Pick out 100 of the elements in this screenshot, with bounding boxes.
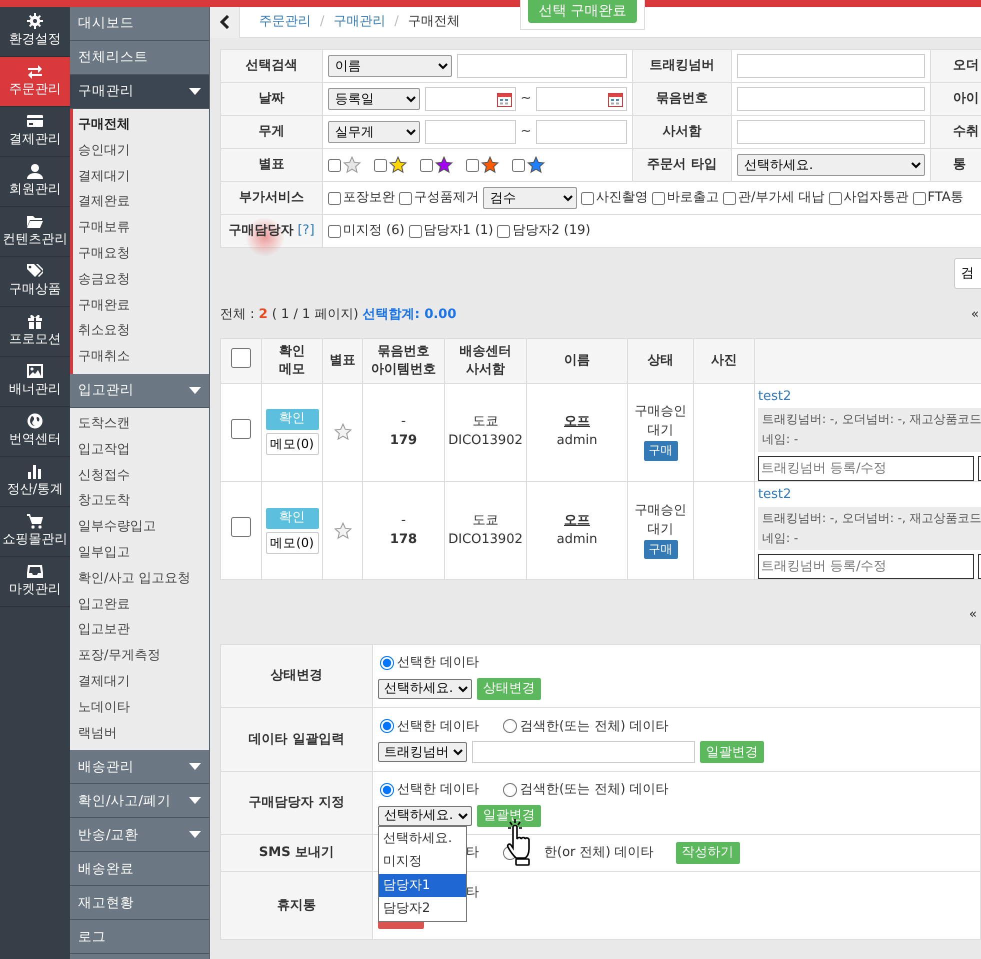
- submenu-item[interactable]: 창고도착: [73, 488, 209, 514]
- star-icon[interactable]: [334, 423, 352, 442]
- pagination-link[interactable]: «: [971, 305, 981, 324]
- dropdown-option[interactable]: 담당자1: [379, 874, 466, 898]
- tracking-input[interactable]: 트래킹넘버 등록/수정: [758, 456, 974, 480]
- customer-name[interactable]: 오프: [564, 512, 590, 528]
- checkbox[interactable]: [723, 192, 736, 204]
- range-separator: ~: [520, 90, 532, 108]
- radio-button[interactable]: [380, 782, 394, 797]
- customer-name[interactable]: 오프: [564, 414, 590, 430]
- input-field[interactable]: [457, 54, 627, 78]
- field-label: 아이: [953, 91, 979, 106]
- checkbox[interactable]: [328, 158, 341, 172]
- submenu-item[interactable]: 신청접수: [73, 462, 209, 488]
- dropdown-option[interactable]: 선택하세요.: [379, 826, 466, 850]
- input-field[interactable]: [472, 741, 695, 764]
- breadcrumb-link[interactable]: 주문관리: [259, 12, 311, 32]
- date-field[interactable]: [425, 87, 516, 111]
- select-field[interactable]: 등록일: [328, 88, 420, 110]
- submenu-item[interactable]: 취소요청: [73, 318, 209, 344]
- user-icon: [27, 163, 43, 180]
- globe-icon: [27, 413, 43, 430]
- select-all-checkbox[interactable]: [231, 348, 251, 368]
- star-icon[interactable]: [334, 522, 352, 540]
- submenu-item[interactable]: 결제완료: [73, 189, 209, 216]
- image-icon: [27, 363, 43, 380]
- submenu-item[interactable]: 결제대기: [73, 164, 209, 190]
- calendar-icon: [608, 92, 623, 106]
- input-field[interactable]: [737, 54, 925, 78]
- submenu-item[interactable]: 포장/무게측정: [73, 643, 209, 669]
- checkbox[interactable]: [828, 192, 842, 204]
- submenu-item[interactable]: 구매취소: [73, 344, 209, 370]
- checkbox[interactable]: [399, 192, 412, 204]
- submenu-item[interactable]: 송금요청: [73, 266, 209, 293]
- menu-item[interactable]: 구매관리: [70, 75, 209, 109]
- radio-button[interactable]: [503, 782, 518, 797]
- help-link[interactable]: [?]: [297, 223, 315, 238]
- submenu-item[interactable]: 구매보류: [73, 215, 209, 241]
- checkbox[interactable]: [912, 192, 926, 204]
- submenu-item[interactable]: 노데이타: [73, 694, 209, 721]
- row-checkbox[interactable]: [231, 517, 251, 538]
- select-field[interactable]: 선택하세요.: [737, 154, 925, 176]
- checkbox[interactable]: [466, 158, 479, 172]
- sidebar-item[interactable]: 주문관리: [0, 57, 70, 107]
- submenu-item[interactable]: 입고작업: [73, 436, 209, 463]
- search-button[interactable]: 검: [954, 258, 981, 289]
- product-link[interactable]: test2: [758, 486, 792, 502]
- input-field[interactable]: [737, 120, 925, 144]
- input-field[interactable]: [425, 120, 516, 144]
- submenu-item[interactable]: 일부수량입고: [73, 514, 209, 540]
- submenu-item[interactable]: 일부입고: [73, 540, 209, 566]
- selection-total: 선택합계: 0.00: [362, 307, 456, 322]
- select-field[interactable]: 이름: [328, 55, 452, 77]
- memo-button[interactable]: 메모(0): [266, 433, 318, 456]
- checkbox[interactable]: [328, 192, 341, 204]
- product-link[interactable]: test2: [758, 388, 792, 404]
- column-header: 확인 메모: [278, 342, 306, 378]
- gear-icon: [27, 13, 43, 30]
- back-button[interactable]: [210, 7, 240, 38]
- date-field[interactable]: [536, 87, 627, 111]
- checkbox[interactable]: [328, 224, 341, 238]
- checkbox[interactable]: [420, 158, 433, 172]
- checkbox[interactable]: [374, 158, 387, 172]
- select-field[interactable]: 선택하세요.: [378, 678, 472, 699]
- checkbox[interactable]: [497, 224, 510, 238]
- select-field[interactable]: 검수: [483, 187, 577, 209]
- checkbox[interactable]: [581, 192, 594, 204]
- submenu-item[interactable]: 결제대기: [73, 668, 209, 695]
- submenu-item[interactable]: 승인대기: [73, 138, 209, 164]
- checkbox[interactable]: [652, 192, 665, 204]
- submenu-item[interactable]: 입고보관: [73, 617, 209, 644]
- field-label: 오더: [953, 58, 979, 74]
- dropdown-option[interactable]: 담당자2: [379, 897, 466, 921]
- breadcrumb-link[interactable]: 구매관리: [333, 12, 386, 32]
- total-label: 전체 :: [220, 307, 255, 322]
- checkbox[interactable]: [512, 158, 525, 172]
- submenu-item[interactable]: 구매완료: [73, 292, 209, 318]
- checkbox-label: 사진촬영: [596, 189, 648, 208]
- checkbox-label: 사업자통관: [844, 189, 909, 208]
- submenu-item[interactable]: 구매전체: [73, 112, 209, 138]
- row-checkbox[interactable]: [231, 418, 251, 439]
- input-field[interactable]: [737, 87, 925, 111]
- submenu-item[interactable]: 확인/사고 입고요청: [73, 566, 209, 592]
- checkbox[interactable]: [408, 224, 422, 238]
- submenu-item[interactable]: 랙넘버: [73, 720, 209, 746]
- submenu-item[interactable]: 도착스캔: [73, 410, 209, 437]
- tracking-input[interactable]: 트래킹넘버 등록/수정: [758, 554, 974, 579]
- pagination-link[interactable]: «: [969, 607, 979, 622]
- radio-button[interactable]: [503, 719, 518, 734]
- radio-button[interactable]: [380, 719, 394, 734]
- gift-icon: [27, 313, 43, 330]
- submenu-item[interactable]: 입고완료: [73, 592, 209, 618]
- select-field[interactable]: 실무게: [328, 121, 420, 143]
- memo-button[interactable]: 메모(0): [266, 532, 318, 554]
- select-field[interactable]: 선택하세요.: [378, 806, 472, 826]
- input-field[interactable]: [536, 120, 627, 144]
- dropdown-option[interactable]: 미지정: [379, 850, 466, 874]
- radio-button[interactable]: [380, 656, 394, 670]
- submenu-item[interactable]: 구매요청: [73, 240, 209, 267]
- select-field[interactable]: 트래킹넘버: [378, 742, 467, 762]
